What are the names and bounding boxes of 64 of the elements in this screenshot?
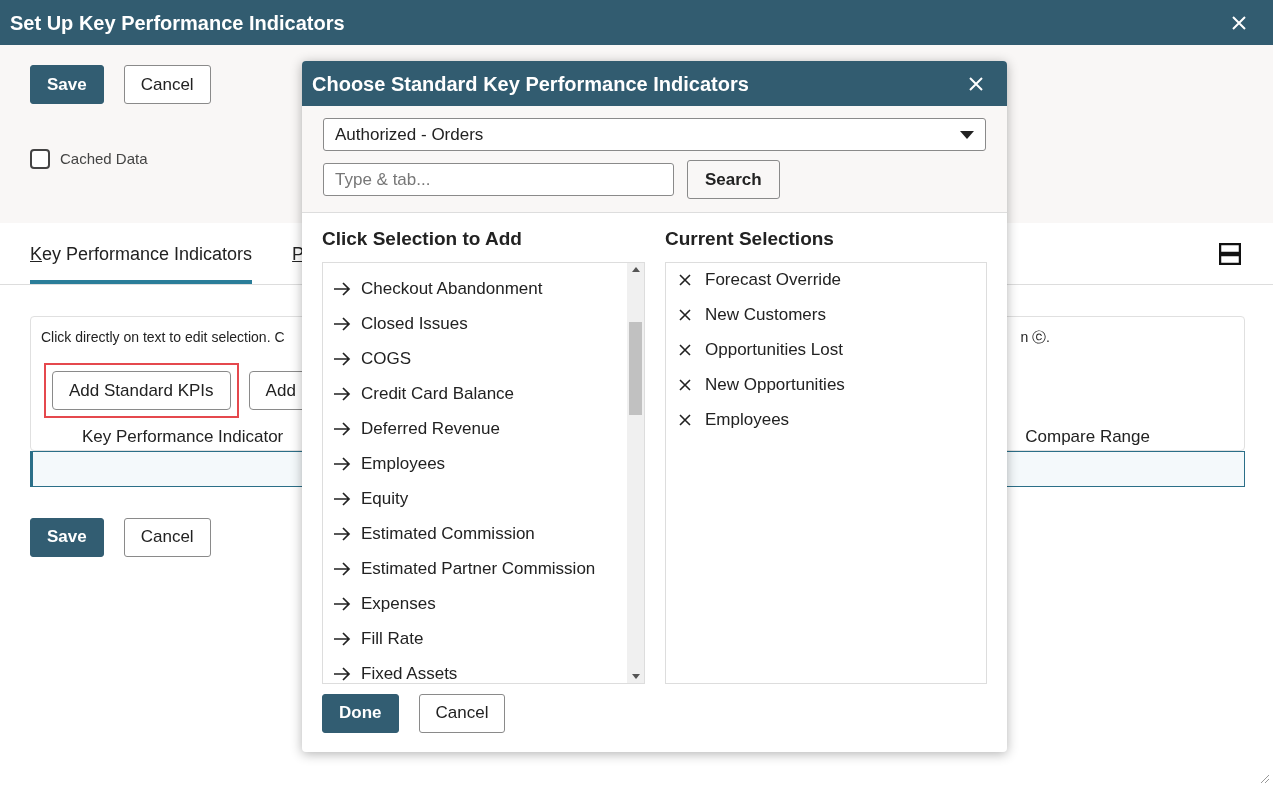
save-button[interactable]: Save <box>30 517 104 557</box>
available-item[interactable]: Estimated Commission <box>333 522 627 546</box>
arrow-right-icon <box>333 352 351 366</box>
available-item[interactable]: Estimated Partner Commission <box>333 557 627 581</box>
scroll-up-icon[interactable] <box>631 266 640 272</box>
arrow-right-icon <box>333 632 351 646</box>
search-field[interactable]: Type & tab... <box>323 163 674 196</box>
column-header: Key Performance Indicator <box>82 426 284 448</box>
available-item[interactable]: Fill Rate <box>333 627 627 651</box>
done-button[interactable]: Done <box>322 693 399 733</box>
available-item[interactable]: Employees <box>333 452 627 476</box>
column-header: Compare Range <box>1025 426 1150 448</box>
selected-item[interactable]: Employees <box>679 408 986 432</box>
available-item[interactable]: Checkout Abandonment <box>333 277 627 301</box>
remove-icon[interactable] <box>679 274 691 286</box>
available-item[interactable]: Credit Card Balance <box>333 382 627 406</box>
selected-item[interactable]: New Opportunities <box>679 373 986 397</box>
list-heading: Click Selection to Add <box>322 227 523 251</box>
arrow-right-icon <box>333 597 351 611</box>
remove-icon[interactable] <box>679 414 691 426</box>
cancel-button[interactable]: Cancel <box>123 517 211 557</box>
arrow-right-icon <box>333 562 351 576</box>
arrow-right-icon <box>333 282 351 296</box>
scrollbar[interactable] <box>627 262 644 683</box>
checkbox[interactable] <box>30 149 50 170</box>
available-item[interactable]: Closed Issues <box>333 312 627 336</box>
instruction-text: n ⓒ. <box>1020 328 1050 347</box>
arrow-right-icon <box>333 667 351 681</box>
list-heading: Current Selections <box>665 227 835 251</box>
remove-icon[interactable] <box>679 309 691 321</box>
close-icon[interactable] <box>1232 15 1246 30</box>
available-item[interactable]: Expenses <box>333 592 627 616</box>
search-button[interactable]: Search <box>687 160 780 199</box>
arrow-right-icon <box>333 317 351 331</box>
close-icon[interactable] <box>969 76 983 91</box>
checkbox-label: Cached Data <box>60 149 148 169</box>
available-item[interactable]: Deferred Revenue <box>333 417 627 441</box>
remove-icon[interactable] <box>679 344 691 356</box>
available-item[interactable]: COGS <box>333 347 627 371</box>
selected-item[interactable]: Opportunities Lost <box>679 338 986 362</box>
filter-select[interactable]: Authorized - Orders <box>323 118 986 151</box>
scroll-down-icon[interactable] <box>631 673 640 679</box>
layout-icon[interactable] <box>1219 243 1241 265</box>
instruction-text: Click directly on text to edit selection. C <box>41 328 285 347</box>
save-button[interactable]: Save <box>30 65 104 104</box>
cancel-button[interactable]: Cancel <box>418 693 506 733</box>
arrow-right-icon <box>333 492 351 506</box>
available-item[interactable]: Fixed Assets <box>333 662 627 683</box>
selected-item[interactable]: New Customers <box>679 303 986 327</box>
dropdown-caret-icon <box>960 130 974 139</box>
tab[interactable]: Key Performance Indicators <box>30 229 253 284</box>
arrow-right-icon <box>333 457 351 471</box>
arrow-right-icon <box>333 422 351 436</box>
dialog-title: Choose Standard Key Performance Indicators <box>312 71 749 97</box>
selected-item[interactable]: Forecast Override <box>679 268 986 292</box>
cancel-button[interactable]: Cancel <box>123 65 211 104</box>
window-title: Set Up Key Performance Indicators <box>10 10 345 36</box>
arrow-right-icon <box>333 527 351 541</box>
remove-icon[interactable] <box>679 379 691 391</box>
resize-grip-icon[interactable] <box>1260 774 1270 784</box>
scroll-thumb[interactable] <box>629 321 642 415</box>
available-item[interactable]: Equity <box>333 487 627 511</box>
add-button[interactable]: Add Standard KPIs <box>52 371 231 410</box>
arrow-right-icon <box>333 387 351 401</box>
